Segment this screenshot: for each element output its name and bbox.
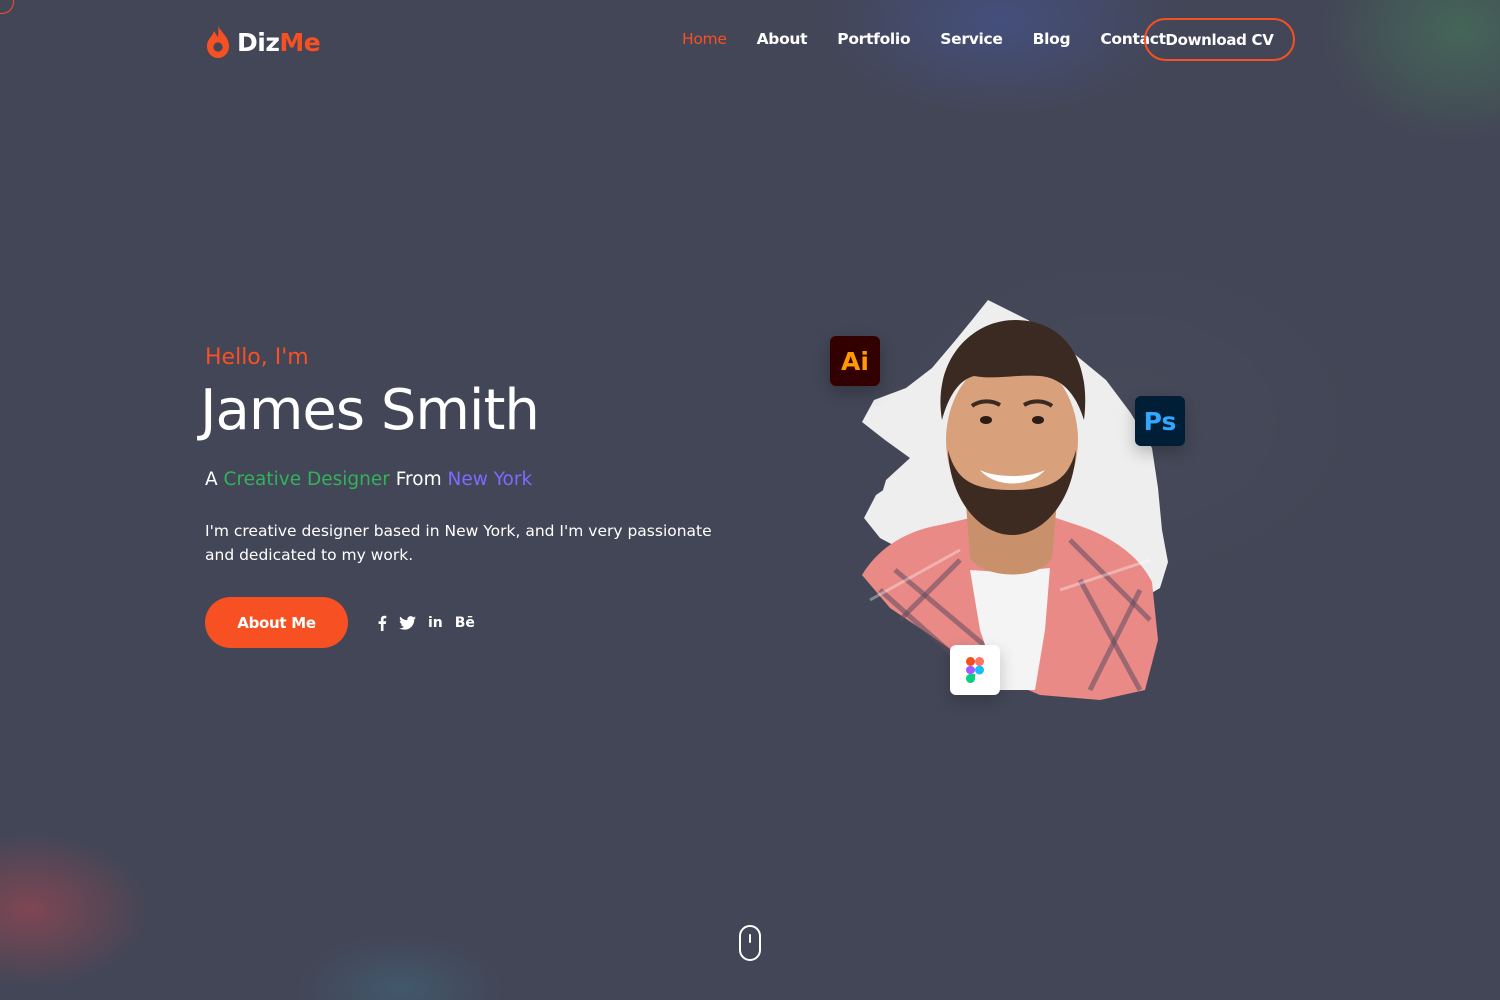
nav-item-service[interactable]: Service: [940, 30, 1003, 48]
mouse-scroll-icon[interactable]: [739, 925, 761, 961]
download-cv-button[interactable]: Download CV: [1144, 18, 1295, 61]
mouse-wheel: [749, 934, 751, 943]
behance-icon[interactable]: Bē: [455, 612, 475, 634]
tagline-location: New York: [447, 469, 533, 490]
adobe-photoshop-icon: Ps: [1135, 396, 1185, 446]
portrait-illustration: [862, 300, 1168, 700]
tagline-role: Creative Designer: [223, 469, 390, 490]
main-nav: Home About Portfolio Service Blog Contac…: [682, 30, 1166, 48]
twitter-icon[interactable]: [399, 612, 416, 634]
logo-text-part1: Diz: [237, 27, 280, 57]
hero-description: I'm creative designer based in New York,…: [205, 522, 712, 564]
linkedin-icon[interactable]: in: [428, 612, 443, 634]
site-logo[interactable]: DizMe: [205, 24, 321, 60]
nav-item-portfolio[interactable]: Portfolio: [837, 30, 910, 48]
logo-text: DizMe: [237, 27, 321, 57]
nav-item-about[interactable]: About: [757, 30, 808, 48]
nav-item-home[interactable]: Home: [682, 30, 727, 48]
social-links: in Bē: [377, 612, 475, 634]
tagline-prefix: A: [205, 469, 218, 490]
tagline-middle: From: [395, 469, 442, 490]
nav-item-blog[interactable]: Blog: [1033, 30, 1071, 48]
hero-tagline: A Creative Designer From New York: [205, 469, 532, 490]
logo-text-part2: Me: [279, 27, 321, 57]
corner-ring-decoration: [0, 0, 14, 14]
facebook-icon[interactable]: [377, 612, 387, 634]
adobe-illustrator-icon: Ai: [830, 336, 880, 386]
figma-icon: [950, 645, 1000, 695]
flame-drop-icon: [207, 26, 229, 58]
portrait-image: [840, 290, 1190, 710]
about-me-button[interactable]: About Me: [205, 597, 348, 648]
hero-greeting: Hello, I'm: [205, 345, 309, 370]
hero-name: James Smith: [200, 378, 540, 443]
